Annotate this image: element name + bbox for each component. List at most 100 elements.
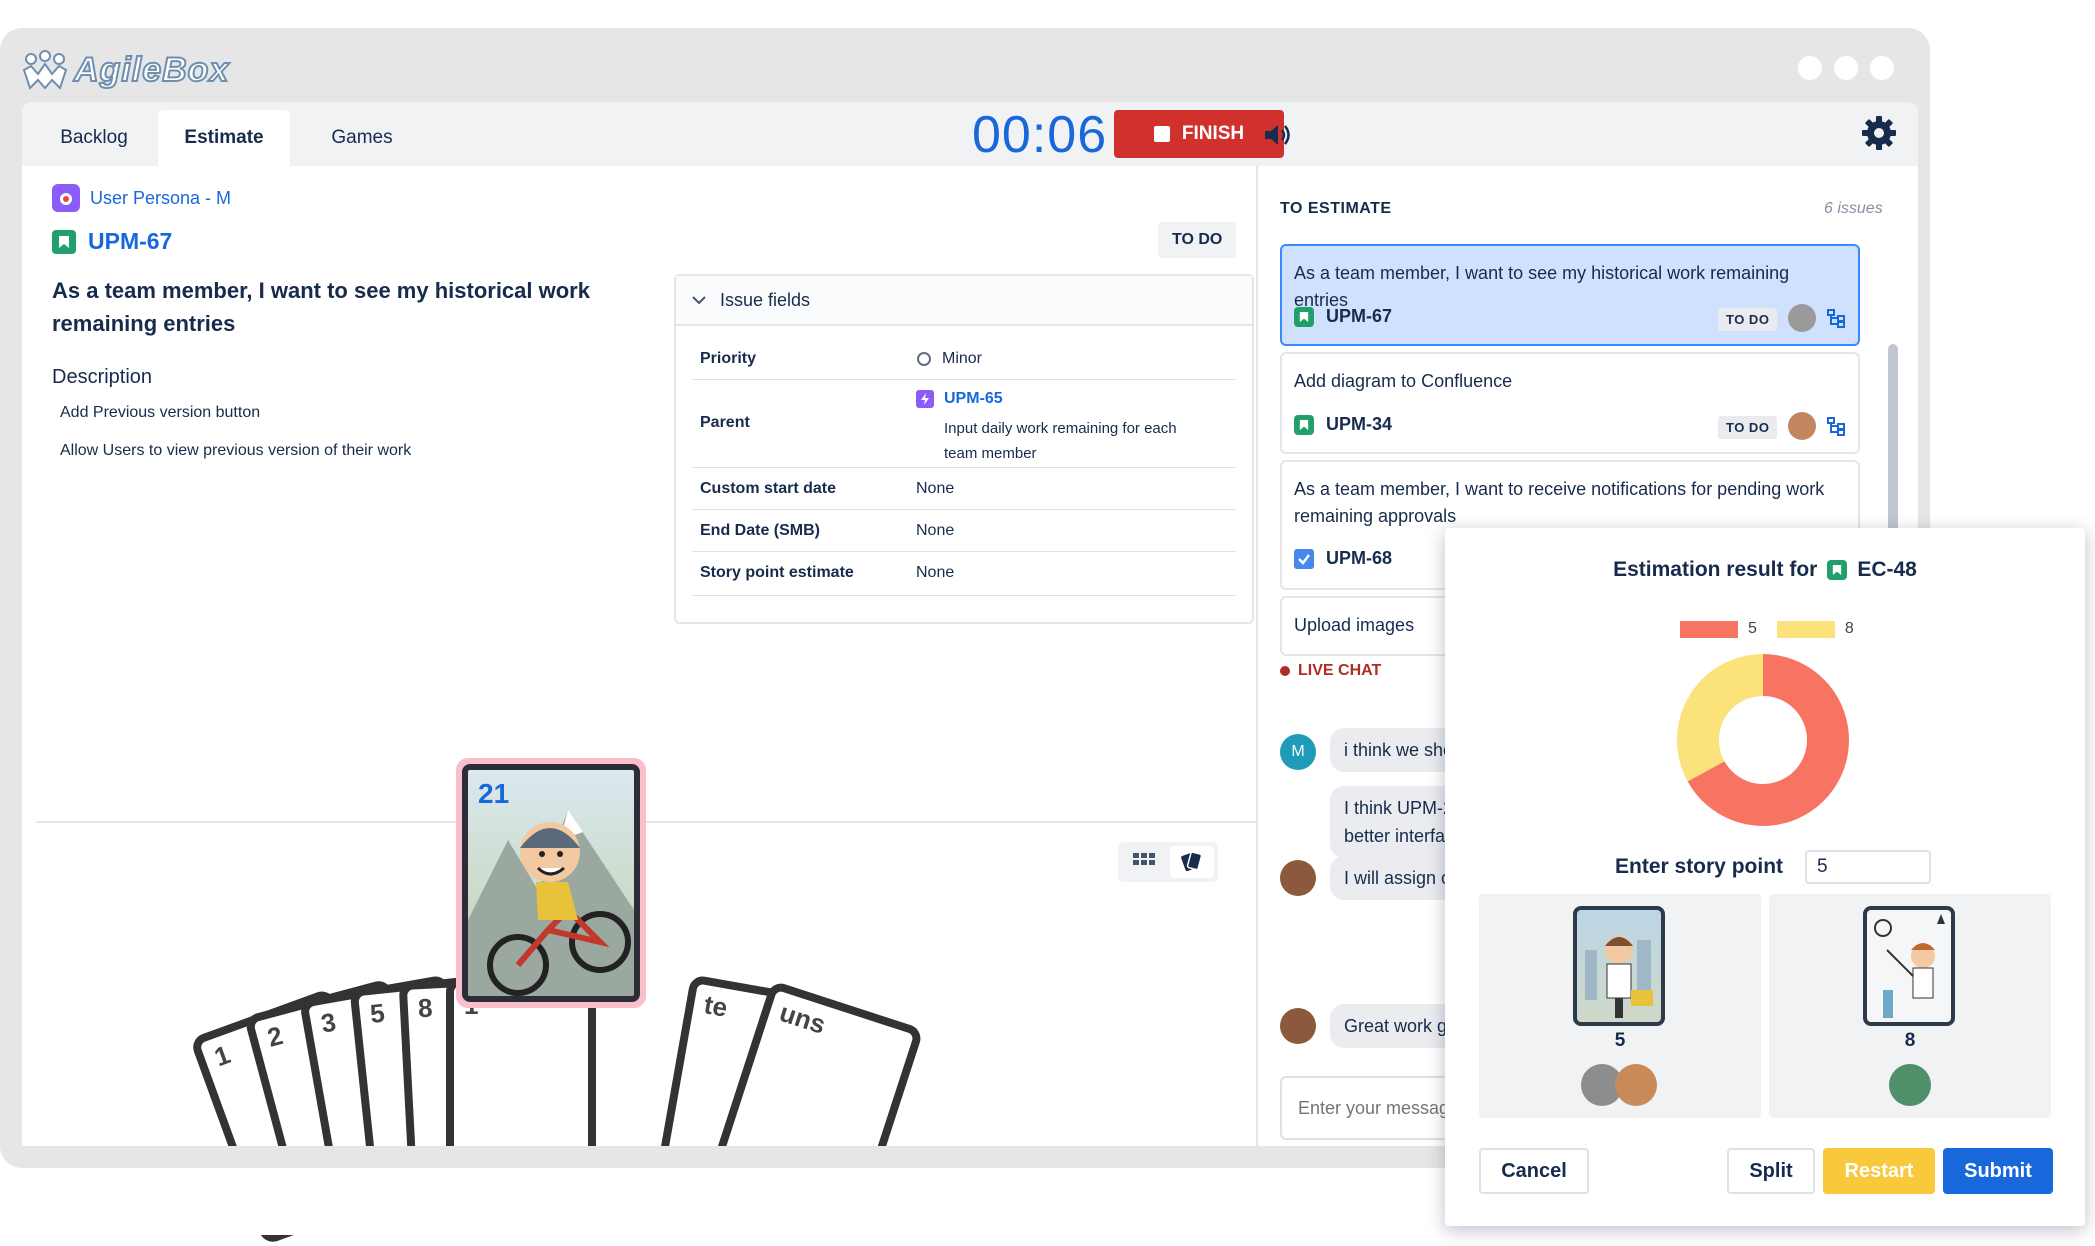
story-point-label: Enter story point — [1615, 855, 1784, 878]
dialog-issue-key: EC-48 — [1857, 558, 1917, 581]
status-badge[interactable]: TO DO — [1158, 222, 1237, 258]
estimation-result-dialog: Estimation result for EC-48 5 8 Enter st… — [1445, 528, 2085, 1226]
issue-key: UPM-67 — [1326, 306, 1393, 326]
vote-card — [1573, 906, 1665, 1026]
field-row-story-points: Story point estimate None — [692, 552, 1236, 596]
parent-breadcrumb[interactable]: User Persona - M — [52, 184, 231, 212]
field-label: End Date (SMB) — [700, 522, 820, 539]
issue-fields-toggle[interactable]: Issue fields — [676, 276, 1252, 326]
field-row-priority: Priority Minor — [692, 338, 1236, 380]
avatar — [1280, 860, 1316, 896]
subtask-tree-icon[interactable] — [1826, 308, 1846, 328]
cards-view-button[interactable] — [1170, 846, 1214, 878]
dialog-title: Estimation result for EC-48 — [1445, 558, 2085, 582]
cards-icon — [1181, 851, 1203, 872]
description-heading: Description — [52, 366, 153, 388]
parent-link[interactable]: UPM-65 — [916, 390, 1003, 408]
issue-card-key: UPM-67 — [1294, 306, 1392, 327]
description-line: Add Previous version button — [60, 404, 261, 421]
tab-estimate[interactable]: Estimate — [158, 110, 290, 166]
legend-label: 5 — [1748, 620, 1757, 637]
agilebox-logo: AgileBox — [22, 44, 229, 96]
vote-donut-chart — [1677, 654, 1849, 826]
avatar — [1788, 412, 1816, 440]
avatar — [1889, 1064, 1931, 1106]
lightning-icon — [916, 390, 934, 408]
vote-card — [1863, 906, 1955, 1026]
story-icon — [1827, 560, 1848, 580]
selected-poker-card[interactable]: 21 — [456, 758, 646, 1008]
field-row-end-date: End Date (SMB) None — [692, 510, 1236, 552]
issue-card[interactable]: As a team member, I want to see my histo… — [1280, 244, 1860, 346]
breadcrumb-label: User Persona - M — [90, 187, 232, 208]
task-checkbox-icon — [1294, 548, 1314, 569]
avatar: M — [1280, 734, 1316, 770]
finish-button[interactable]: FINISH — [1114, 110, 1284, 158]
vote-group[interactable]: 5 — [1479, 894, 1761, 1118]
field-value[interactable]: Minor — [916, 350, 982, 368]
field-value[interactable]: None — [916, 522, 954, 540]
window-dot[interactable] — [1798, 56, 1822, 80]
chart-legend: 5 8 — [1680, 620, 1854, 638]
field-label: Story point estimate — [700, 564, 854, 581]
window-dot[interactable] — [1870, 56, 1894, 80]
issue-key-link[interactable]: UPM-67 — [52, 228, 172, 255]
window-dot[interactable] — [1834, 56, 1858, 80]
gear-icon[interactable] — [1860, 114, 1898, 152]
field-value[interactable]: None — [916, 480, 954, 498]
logo-text: AgileBox — [73, 50, 230, 90]
story-point-row: Enter story point — [1615, 850, 1932, 884]
tab-games[interactable]: Games — [312, 110, 412, 166]
speaker-icon[interactable] — [1262, 120, 1292, 150]
donut-slice-8 — [1677, 654, 1763, 782]
avatar — [1615, 1064, 1657, 1106]
timer-display: 00:06 — [972, 106, 1108, 164]
pane-divider — [36, 821, 1256, 823]
character-illustration — [1874, 914, 1945, 1018]
issue-card-key: UPM-68 — [1294, 548, 1392, 569]
status-badge: TO DO — [1718, 308, 1778, 331]
top-bar: Backlog Estimate Games 00:06 FINISH — [22, 102, 1918, 166]
issue-fields-heading: Issue fields — [720, 289, 811, 310]
field-label: Parent — [700, 414, 750, 431]
cyclist-illustration — [468, 810, 634, 996]
live-chat-heading: LIVE CHAT — [1280, 662, 1381, 680]
description-line: Allow Users to view previous version of … — [60, 442, 412, 459]
subtask-tree-icon[interactable] — [1826, 416, 1846, 436]
vote-value: 8 — [1904, 1030, 1916, 1051]
live-chat-title: LIVE CHAT — [1298, 662, 1382, 679]
issue-fields-panel: Issue fields Priority Minor Parent UPM-6… — [674, 274, 1254, 624]
restart-button[interactable]: Restart — [1823, 1148, 1935, 1194]
issue-card[interactable]: Add diagram to Confluence UPM-34 TO DO — [1280, 352, 1860, 454]
parent-key: UPM-65 — [944, 390, 1003, 407]
field-value[interactable]: None — [916, 564, 954, 582]
issue-summary: As a team member, I want to see my histo… — [52, 278, 590, 336]
finish-label: FINISH — [1181, 123, 1245, 144]
issue-card-title: Add diagram to Confluence — [1294, 371, 1513, 391]
grid-view-button[interactable] — [1122, 846, 1166, 878]
story-icon — [1294, 306, 1314, 327]
chevron-down-icon — [692, 296, 706, 305]
vote-group[interactable]: 8 — [1769, 894, 2051, 1118]
legend-label: 8 — [1844, 620, 1854, 637]
issue-card-title: As a team member, I want to receive noti… — [1294, 479, 1825, 526]
field-row-parent: Parent UPM-65 Input daily work remaining… — [692, 380, 1236, 468]
field-label: Custom start date — [700, 480, 837, 497]
vote-value: 5 — [1614, 1030, 1626, 1051]
live-indicator — [1280, 666, 1290, 676]
tab-backlog[interactable]: Backlog — [44, 110, 144, 166]
priority-value: Minor — [942, 350, 983, 367]
avatar — [1280, 1008, 1316, 1044]
epic-icon — [52, 184, 80, 212]
split-button[interactable]: Split — [1727, 1148, 1815, 1194]
status-badge: TO DO — [1718, 416, 1778, 439]
issue-key: UPM-67 — [88, 228, 173, 254]
story-icon — [1294, 414, 1314, 435]
card-face: 21 — [462, 764, 640, 1002]
issue-detail-pane: User Persona - M UPM-67 TO DO As a team … — [36, 166, 1256, 1152]
card-view-toggle — [1118, 842, 1218, 882]
team-logo-icon — [22, 50, 68, 90]
story-point-input[interactable] — [1805, 850, 1932, 884]
submit-button[interactable]: Submit — [1943, 1148, 2053, 1194]
cancel-button[interactable]: Cancel — [1479, 1148, 1589, 1194]
